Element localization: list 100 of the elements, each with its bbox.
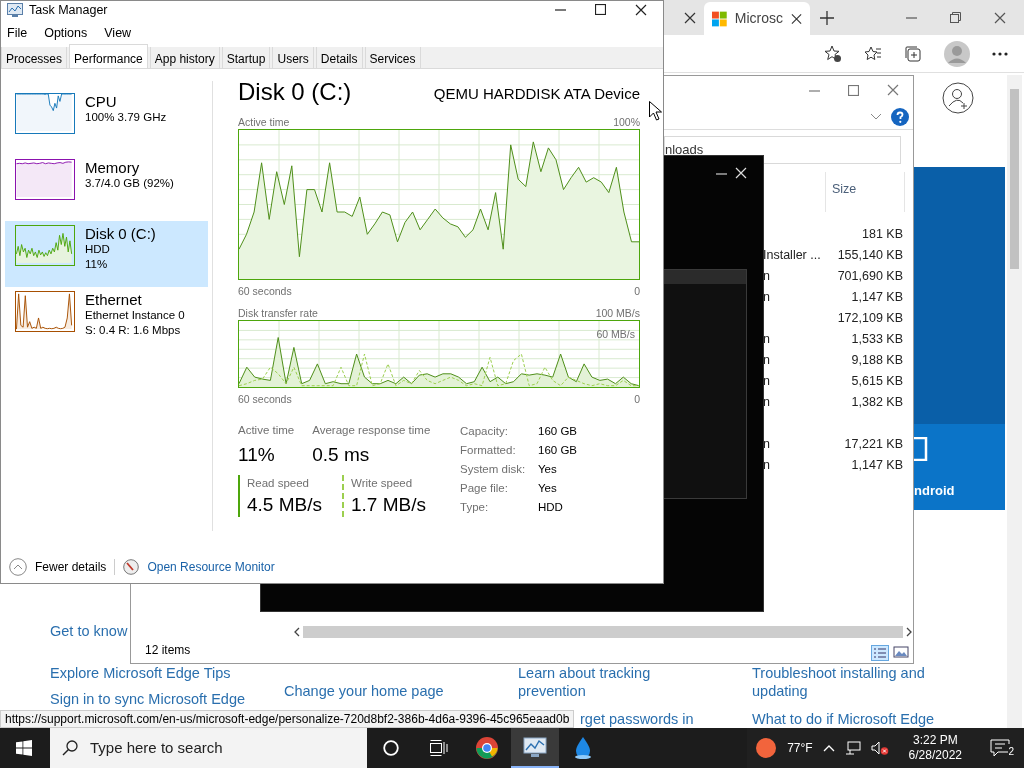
file-name[interactable]: n	[763, 393, 770, 412]
large-icons-view-icon[interactable]	[893, 645, 909, 659]
help-link[interactable]: Learn about tracking prevention	[518, 664, 651, 700]
close-icon[interactable]	[790, 12, 802, 25]
start-icon[interactable]	[16, 740, 32, 756]
task-view-icon[interactable]	[430, 740, 448, 756]
file-name[interactable]: n	[763, 288, 770, 307]
tab[interactable]: Details	[315, 47, 363, 68]
axis-max-label: 100 MB/s	[595, 306, 640, 320]
file-size: 1,382 KB	[851, 394, 903, 412]
file-size: 5,615 KB	[851, 373, 903, 391]
collapse-icon[interactable]	[9, 558, 27, 576]
weather-temperature[interactable]: 77°F	[787, 739, 813, 757]
menu-item[interactable]: File	[7, 23, 28, 43]
avatar-icon[interactable]	[944, 40, 970, 67]
stat-value: 4.5 MB/s	[247, 492, 322, 517]
file-name[interactable]: n	[763, 435, 770, 454]
device-name: QEMU HARDDISK ATA Device	[433, 83, 640, 104]
window-title: Task Manager	[29, 1, 108, 19]
file-size: 701,690 KB	[837, 268, 903, 286]
help-link[interactable]: What to do if Microsoft Edge	[752, 710, 935, 728]
file-size: 17,221 KB	[844, 436, 903, 454]
tab[interactable]: Startup	[221, 47, 271, 68]
resource-item[interactable]: Disk 0 (C:) HDD 11%	[5, 221, 208, 287]
muted-volume-icon[interactable]	[870, 741, 889, 755]
close-icon[interactable]	[635, 4, 647, 16]
restore-icon[interactable]	[950, 12, 961, 23]
more-icon[interactable]	[992, 51, 1008, 56]
fewer-details-link[interactable]: Fewer details	[35, 558, 107, 576]
tab[interactable]: Processes	[1, 47, 68, 68]
circle-icon[interactable]	[383, 740, 399, 756]
scroll-right-icon	[905, 627, 913, 637]
add-profile-icon[interactable]	[942, 82, 974, 114]
file-size: 1,147 KB	[851, 289, 903, 307]
stat-value: 1.7 MB/s	[351, 492, 426, 517]
resource-reading: Ethernet Instance 0	[85, 308, 185, 323]
chart-label: Disk transfer rate	[238, 306, 318, 320]
help-link[interactable]: rget passwords in	[580, 710, 694, 728]
promo-text: ndroid	[914, 481, 956, 500]
property-value: Yes	[538, 461, 558, 477]
property-value: 160 GB	[538, 424, 577, 439]
help-link[interactable]: Get to know	[50, 622, 128, 640]
resource-item[interactable]: CPU 100% 3.79 GHz	[5, 89, 208, 155]
help-link[interactable]: Explore Microsoft Edge Tips	[50, 664, 231, 682]
browser-icon[interactable]	[475, 736, 499, 760]
item-count: 12 items	[145, 642, 191, 659]
browser-tab[interactable]: Microsc	[704, 2, 810, 35]
resource-reading: 100% 3.79 GHz	[85, 110, 167, 125]
gauge-icon[interactable]	[123, 559, 140, 575]
file-name[interactable]: Installer ...	[763, 246, 821, 265]
resource-reading: S: 0.4 R: 1.6 Mbps	[85, 323, 182, 338]
stat-label: Write speed	[351, 476, 414, 492]
horizontal-scrollbar[interactable]	[293, 625, 913, 639]
close-icon[interactable]	[994, 11, 1006, 24]
help-link[interactable]: Sign in to sync Microsoft Edge	[50, 690, 246, 708]
windows-logo-icon	[712, 10, 727, 27]
tab[interactable]: Performance	[69, 44, 148, 68]
file-size: 155,140 KB	[837, 247, 903, 265]
column-header[interactable]: Size	[825, 172, 905, 212]
resource-item[interactable]: Ethernet Ethernet Instance 0 S: 0.4 R: 1.6 Mbps	[5, 287, 208, 353]
tab[interactable]: Services	[364, 47, 421, 68]
chart-window-icon[interactable]	[523, 735, 547, 759]
maximize-icon[interactable]	[595, 4, 606, 15]
details-view-icon[interactable]	[871, 645, 889, 661]
help-link[interactable]: Change your home page	[284, 682, 444, 700]
file-name[interactable]: n	[763, 456, 770, 475]
menu-item[interactable]: Options	[44, 23, 88, 43]
help-link[interactable]: Troubleshoot installing and updating	[752, 664, 925, 700]
network-icon[interactable]	[844, 741, 861, 755]
clock[interactable]: 3:22 PM 6/28/2022	[898, 733, 972, 763]
promo-banner[interactable]: ndroid	[912, 167, 1005, 510]
resource-item[interactable]: Memory 3.7/4.0 GB (92%)	[5, 155, 208, 221]
collections-icon[interactable]	[904, 44, 922, 63]
file-size: 172,109 KB	[837, 310, 903, 328]
favorites-icon[interactable]	[864, 44, 882, 63]
resource-monitor-link[interactable]: Open Resource Monitor	[147, 558, 275, 576]
chevron-icon[interactable]	[871, 113, 881, 120]
tab[interactable]: App history	[149, 47, 220, 68]
time-span-label: 60 seconds	[238, 284, 292, 298]
scale-label: 60 MB/s	[596, 327, 635, 342]
file-size: 181 KB	[862, 226, 903, 244]
new-tab-icon[interactable]	[820, 10, 834, 25]
property-value: 160 GB	[538, 442, 577, 458]
file-name[interactable]: n	[763, 330, 770, 349]
file-name[interactable]: n	[763, 351, 770, 370]
close-icon[interactable]	[684, 11, 696, 24]
resource-reading: HDD	[85, 242, 111, 257]
file-name[interactable]: n	[763, 267, 770, 286]
property-value: HDD	[538, 499, 564, 515]
scrollbar[interactable]	[1007, 75, 1022, 728]
file-name[interactable]: n	[763, 372, 770, 391]
axis-min-label: 0	[634, 284, 640, 298]
tab[interactable]: Users	[272, 47, 314, 68]
add-favorite-icon[interactable]	[824, 44, 842, 63]
search-field[interactable]: Type here to search	[50, 728, 367, 768]
stat-label: Active time	[238, 423, 295, 438]
property-label: Type:	[460, 499, 490, 515]
menu-item[interactable]: View	[104, 23, 132, 43]
chevron-up-icon[interactable]	[822, 744, 835, 752]
help-icon[interactable]	[891, 107, 909, 126]
